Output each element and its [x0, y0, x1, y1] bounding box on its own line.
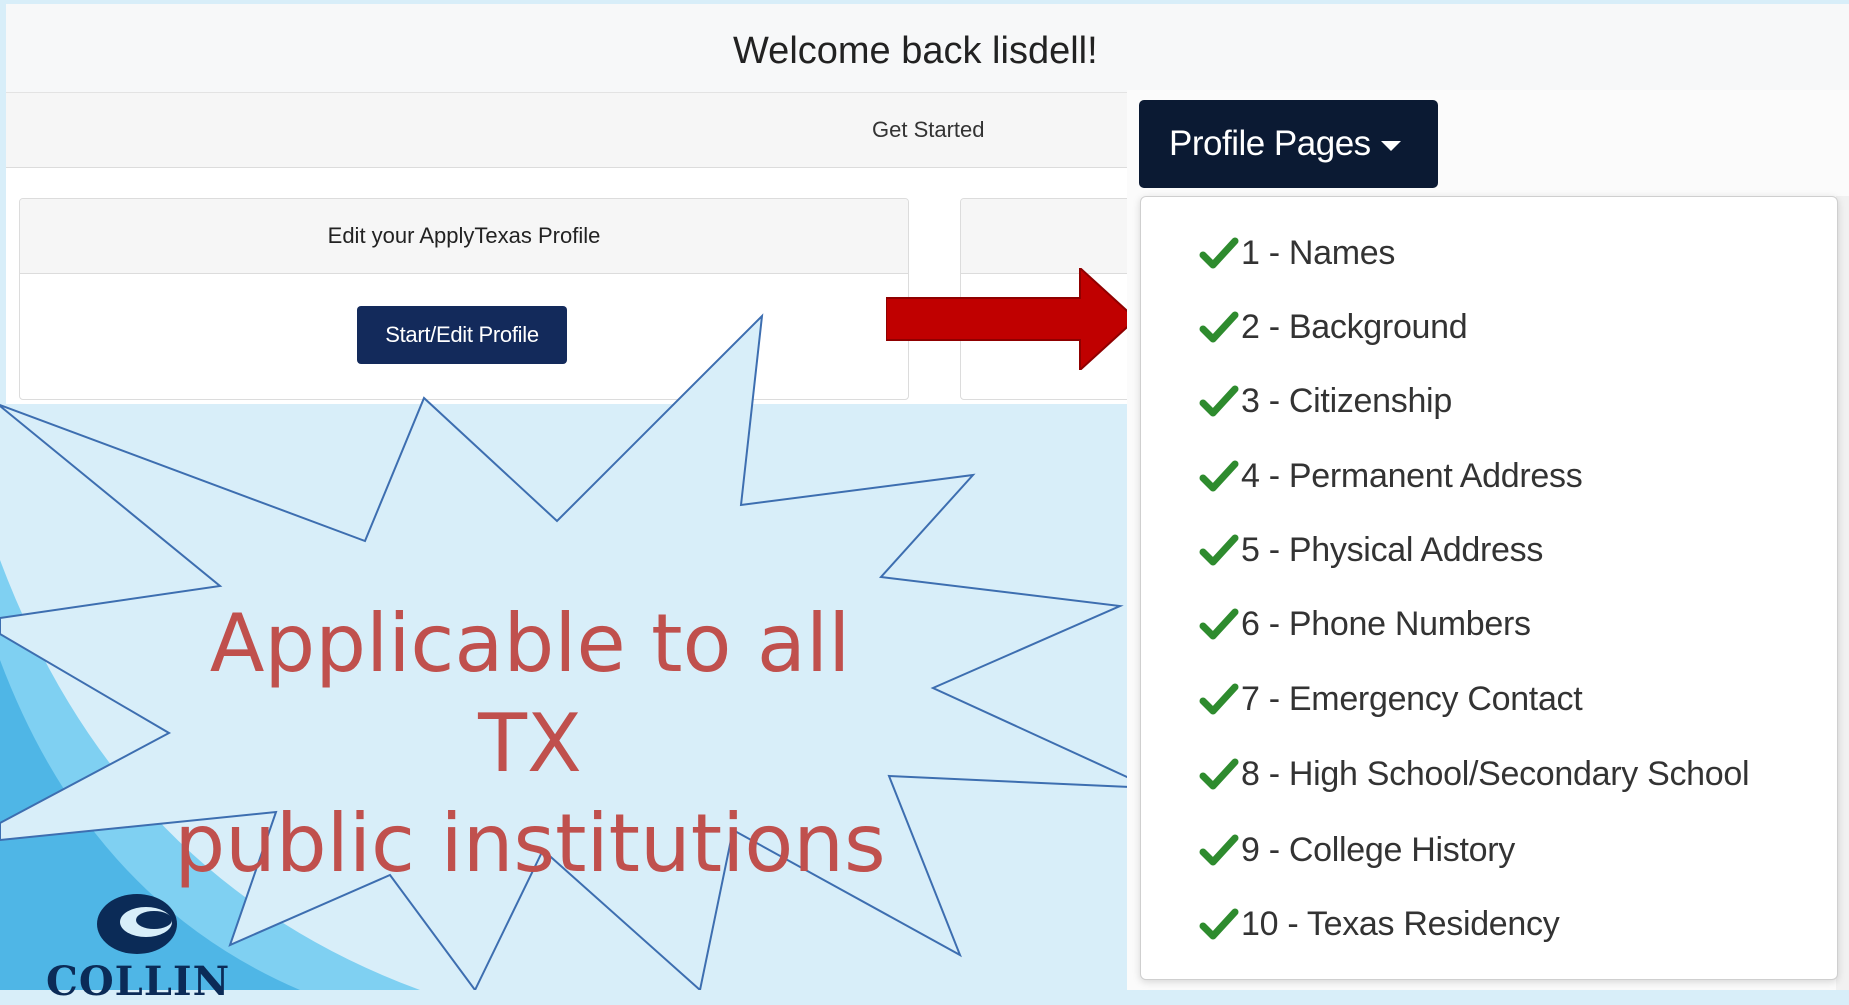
menu-item-label: 6 - Phone Numbers: [1241, 604, 1531, 643]
profile-pages-menu: 1 - Names 2 - Background 3 - Citizenship…: [1140, 196, 1838, 980]
welcome-header: Welcome back lisdell!: [6, 4, 1849, 93]
edit-profile-card: Edit your ApplyTexas Profile Start/Edit …: [19, 198, 909, 400]
menu-item-texas-residency[interactable]: 10 - Texas Residency: [1199, 894, 1560, 954]
menu-item-label: 5 - Physical Address: [1241, 530, 1544, 569]
profile-pages-label: Profile Pages: [1169, 124, 1371, 163]
menu-item-phone-numbers[interactable]: 6 - Phone Numbers: [1199, 594, 1531, 654]
callout-line-1: Applicable to all TX: [209, 597, 851, 790]
caret-down-icon: [1380, 141, 1401, 151]
check-icon: [1199, 237, 1239, 269]
menu-item-emergency-contact[interactable]: 7 - Emergency Contact: [1199, 669, 1583, 729]
collin-logo-text: COLLIN: [46, 958, 231, 1005]
menu-item-label: 4 - Permanent Address: [1241, 456, 1583, 495]
check-icon: [1199, 460, 1239, 492]
start-edit-profile-button[interactable]: Start/Edit Profile: [357, 306, 567, 364]
check-icon: [1199, 758, 1239, 790]
menu-item-label: 2 - Background: [1241, 307, 1468, 346]
check-icon: [1199, 834, 1239, 866]
get-started-link[interactable]: Get Started: [872, 117, 985, 143]
edit-profile-card-title: Edit your ApplyTexas Profile: [20, 199, 908, 274]
check-icon: [1199, 534, 1239, 566]
menu-item-citizenship[interactable]: 3 - Citizenship: [1199, 371, 1452, 431]
check-icon: [1199, 385, 1239, 417]
welcome-text: Welcome back lisdell!: [733, 30, 1098, 72]
check-icon: [1199, 683, 1239, 715]
menu-item-label: 1 - Names: [1241, 233, 1396, 272]
check-icon: [1199, 311, 1239, 343]
menu-item-label: 9 - College History: [1241, 830, 1515, 869]
callout-text: Applicable to all TX public institutions: [150, 594, 910, 894]
menu-item-background[interactable]: 2 - Background: [1199, 297, 1468, 357]
menu-item-names[interactable]: 1 - Names: [1199, 223, 1395, 283]
menu-item-permanent-address[interactable]: 4 - Permanent Address: [1199, 446, 1583, 506]
menu-item-label: 10 - Texas Residency: [1241, 904, 1560, 943]
check-icon: [1199, 608, 1239, 640]
check-icon: [1199, 908, 1239, 940]
callout-line-2: public institutions: [174, 797, 886, 890]
menu-item-label: 8 - High School/Secondary School: [1241, 754, 1750, 793]
menu-item-label: 7 - Emergency Contact: [1241, 679, 1583, 718]
menu-item-physical-address[interactable]: 5 - Physical Address: [1199, 520, 1543, 580]
profile-pages-dropdown-button[interactable]: Profile Pages: [1139, 100, 1438, 188]
menu-item-college-history[interactable]: 9 - College History: [1199, 820, 1515, 880]
red-arrow: [886, 268, 1136, 370]
menu-item-high-school[interactable]: 8 - High School/Secondary School: [1199, 744, 1750, 804]
menu-item-label: 3 - Citizenship: [1241, 381, 1452, 420]
